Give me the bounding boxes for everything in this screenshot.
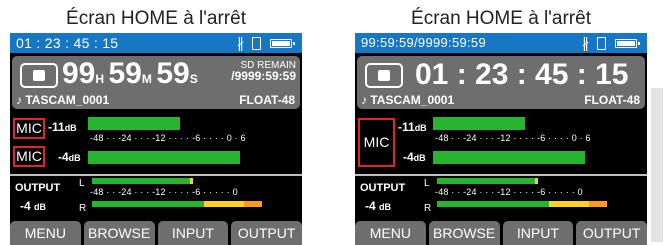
stop-icon [365, 63, 403, 88]
output-right-meter-yellow [549, 201, 589, 207]
sd-card-icon [252, 37, 261, 50]
output-left-label: L [424, 178, 430, 189]
counter-hours: 99 [62, 57, 96, 90]
record-format: FLOAT-48 [584, 93, 640, 107]
output-level: -4 dB [20, 199, 46, 213]
left-caption: Écran HOME à l'arrêt [66, 8, 246, 29]
battery-icon [615, 39, 640, 48]
output-label: OUTPUT [360, 182, 406, 194]
transport-panel: 99H 59M 59S SD REMAIN /9999:59:59 ♪ TASC… [12, 56, 300, 109]
mic-1-db-unit: dB [414, 123, 427, 133]
counter-minutes: 59 [108, 57, 142, 90]
mic-1-meter [433, 117, 525, 130]
unit-seconds: S [189, 72, 198, 86]
output-right-label: R [424, 203, 432, 214]
mic-2-level: -4dB [58, 150, 81, 164]
counter-seconds: 59 [156, 57, 190, 90]
file-name: ♪ TASCAM_0001 [16, 93, 110, 107]
output-db-unit: dB [379, 202, 392, 212]
input-button[interactable]: INPUT [157, 221, 229, 245]
sd-card-icon [597, 37, 606, 50]
mic-2-meter [88, 151, 240, 164]
bluetooth-icon: ∦ [582, 35, 589, 51]
battery-icon [270, 39, 295, 48]
mic-2-level: -4dB [403, 150, 426, 164]
output-scale: -48 · · -24 · · · -12 · · · · -6 · · · ·… [90, 187, 238, 197]
output-right-meter-green [92, 201, 204, 207]
output-left-meter-green [92, 178, 190, 184]
output-right-meter-green [437, 201, 549, 207]
timecode: 01 : 23 : 45 : 15 [16, 35, 119, 51]
sd-remain-value: /9999:59:59 [231, 69, 296, 83]
output-right-label: R [79, 203, 87, 214]
mic-1-level-value: -11 [398, 120, 415, 134]
input-scale: -48 · · -24 · · · -12 · · · · -6 · · · ·… [90, 133, 246, 143]
unit-hours: H [95, 72, 105, 86]
mic-2-level-value: -4 [403, 150, 414, 164]
input-button[interactable]: INPUT [502, 221, 574, 245]
output-button[interactable]: OUTPUT [231, 221, 302, 245]
timecode-counter: 01 : 23 : 45 : 15 [415, 58, 628, 92]
counter-timecode: 01 : 23 : 45 : 15 [415, 58, 629, 91]
page-scrollbar[interactable] [651, 88, 663, 242]
function-buttons: MENU BROWSE INPUT OUTPUT [10, 221, 302, 245]
transport-panel: 01 : 23 : 45 : 15 ♪ TASCAM_0001 FLOAT-48 [357, 56, 645, 109]
output-level-value: -4 [365, 199, 376, 213]
output-label: OUTPUT [15, 182, 61, 194]
output-left-meter-green [437, 178, 535, 184]
mic-1-db-unit: dB [64, 123, 77, 133]
remaining-time: 99:59:59/9999:59:59 [361, 35, 486, 50]
output-divider [355, 174, 647, 176]
file-name: ♪ TASCAM_0001 [361, 93, 455, 107]
remaining-counter: 99H 59M 59S [62, 57, 198, 91]
mic-2-db-unit: dB [413, 153, 426, 163]
mic-1-level: -11dB [48, 120, 77, 134]
mic-2-meter [433, 151, 585, 164]
status-bar: 99:59:59/9999:59:59 ∦ [355, 33, 647, 53]
left-home-screen: 01 : 23 : 45 : 15 ∦ 99H 59M 59S SD REMAI… [10, 33, 302, 245]
output-level: -4 dB [365, 199, 391, 213]
right-home-screen: 99:59:59/9999:59:59 ∦ 01 : 23 : 45 : 15 … [355, 33, 647, 245]
output-db-unit: dB [34, 202, 47, 212]
output-button[interactable]: OUTPUT [576, 221, 647, 245]
menu-button[interactable]: MENU [355, 221, 426, 245]
unit-minutes: M [141, 72, 152, 86]
output-scale: -48 · · -24 · · · -12 · · · · -6 · · · ·… [435, 187, 583, 197]
output-right-meter-yellow [204, 201, 244, 207]
mic-label[interactable]: MIC [358, 118, 395, 167]
mic-2-label[interactable]: MIC [13, 146, 45, 167]
output-left-meter-yellow [190, 178, 193, 184]
output-left-meter-yellow [535, 178, 538, 184]
right-caption: Écran HOME à l'arrêt [411, 8, 591, 29]
record-format: FLOAT-48 [239, 93, 295, 107]
input-scale: -48 · · -24 · · · -12 · · · · -6 · · · ·… [435, 133, 591, 143]
output-level-value: -4 [20, 199, 31, 213]
menu-button[interactable]: MENU [10, 221, 81, 245]
status-bar: 01 : 23 : 45 : 15 ∦ [10, 33, 302, 53]
output-right-meter-orange [589, 201, 607, 207]
function-buttons: MENU BROWSE INPUT OUTPUT [355, 221, 647, 245]
sd-remain: SD REMAIN /9999:59:59 [231, 60, 296, 82]
mic-1-level: -11dB [398, 120, 427, 134]
mic-1-label[interactable]: MIC [13, 118, 45, 139]
stop-icon [20, 63, 58, 88]
mic-2-level-value: -4 [58, 150, 69, 164]
output-left-label: L [79, 178, 85, 189]
bluetooth-icon: ∦ [237, 35, 244, 51]
browse-button[interactable]: BROWSE [83, 221, 155, 245]
output-right-meter-orange [244, 201, 262, 207]
mic-1-level-value: -11 [48, 120, 65, 134]
mic-1-meter [88, 117, 180, 130]
output-divider [10, 174, 302, 176]
browse-button[interactable]: BROWSE [428, 221, 500, 245]
mic-2-db-unit: dB [68, 153, 81, 163]
